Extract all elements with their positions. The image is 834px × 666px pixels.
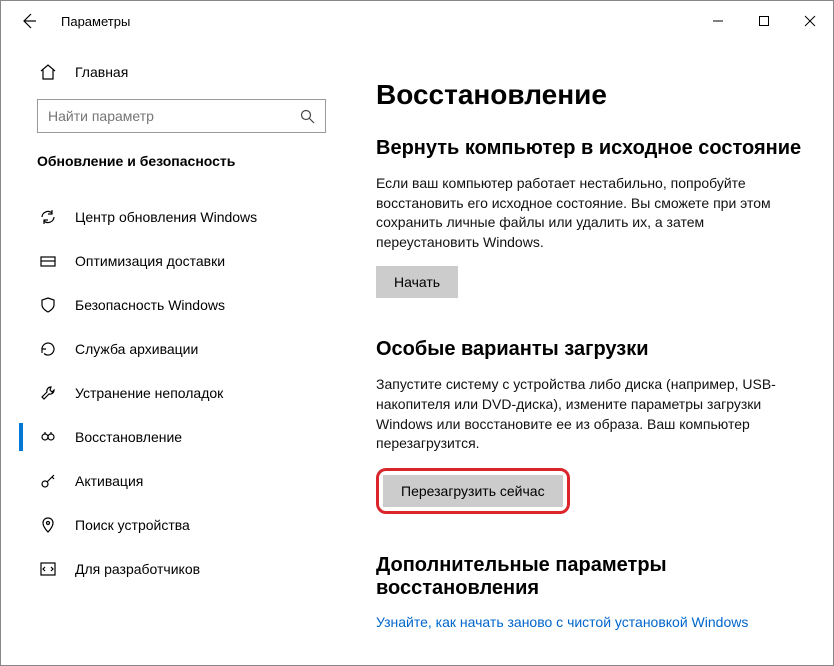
fresh-start-link[interactable]: Узнайте, как начать заново с чистой уста… <box>376 614 748 630</box>
search-input[interactable] <box>48 108 300 124</box>
recovery-icon <box>37 428 59 446</box>
sidebar-item-label: Для разработчиков <box>75 561 200 577</box>
sidebar-item-windows-security[interactable]: Безопасность Windows <box>1 283 346 327</box>
sidebar-item-backup[interactable]: Служба архивации <box>1 327 346 371</box>
sync-icon <box>37 208 59 226</box>
key-icon <box>37 472 59 490</box>
section-description: Если ваш компьютер работает нестабильно,… <box>376 174 796 252</box>
maximize-button[interactable] <box>741 1 787 41</box>
location-icon <box>37 516 59 534</box>
sidebar-item-label: Устранение неполадок <box>75 385 223 401</box>
sidebar-category: Обновление и безопасность <box>1 147 346 181</box>
shield-icon <box>37 296 59 314</box>
reset-button[interactable]: Начать <box>376 266 458 298</box>
sidebar-item-troubleshoot[interactable]: Устранение неполадок <box>1 371 346 415</box>
titlebar: Параметры <box>1 1 833 41</box>
sidebar-item-label: Поиск устройства <box>75 517 190 533</box>
sidebar-home[interactable]: Главная <box>1 51 346 93</box>
sidebar-item-label: Оптимизация доставки <box>75 253 225 269</box>
search-icon <box>300 109 315 124</box>
sidebar-item-developers[interactable]: Для разработчиков <box>1 547 346 591</box>
sidebar-item-delivery-optimization[interactable]: Оптимизация доставки <box>1 239 346 283</box>
sidebar-item-activation[interactable]: Активация <box>1 459 346 503</box>
sidebar-item-label: Безопасность Windows <box>75 297 225 313</box>
section-title: Вернуть компьютер в исходное состояние <box>376 137 803 160</box>
backup-icon <box>37 340 59 358</box>
section-title: Особые варианты загрузки <box>376 338 803 361</box>
window-controls <box>695 1 833 41</box>
section-title: Дополнительные параметры восстановления <box>376 554 803 600</box>
sidebar-item-recovery[interactable]: Восстановление <box>1 415 346 459</box>
search-box[interactable] <box>37 99 326 133</box>
code-icon <box>37 560 59 578</box>
home-icon <box>37 63 59 81</box>
minimize-button[interactable] <box>695 1 741 41</box>
sidebar-item-label: Центр обновления Windows <box>75 209 257 225</box>
sidebar-item-windows-update[interactable]: Центр обновления Windows <box>1 195 346 239</box>
sidebar-item-label: Служба архивации <box>75 341 198 357</box>
sidebar-home-label: Главная <box>75 64 128 80</box>
section-advanced-startup: Особые варианты загрузки Запустите систе… <box>376 338 803 513</box>
delivery-icon <box>37 252 59 270</box>
page-title: Восстановление <box>376 79 803 111</box>
section-description: Запустите систему с устройства либо диск… <box>376 375 796 453</box>
restart-now-button[interactable]: Перезагрузить сейчас <box>383 475 563 507</box>
sidebar: Главная Обновление и безопасность Центр … <box>1 41 346 665</box>
window-title: Параметры <box>61 14 130 29</box>
annotation-highlight: Перезагрузить сейчас <box>376 468 570 514</box>
close-button[interactable] <box>787 1 833 41</box>
sidebar-item-label: Восстановление <box>75 429 182 445</box>
section-reset: Вернуть компьютер в исходное состояние Е… <box>376 137 803 298</box>
section-more-recovery: Дополнительные параметры восстановления … <box>376 554 803 630</box>
sidebar-item-label: Активация <box>75 473 143 489</box>
sidebar-item-find-device[interactable]: Поиск устройства <box>1 503 346 547</box>
back-button[interactable] <box>9 1 49 41</box>
wrench-icon <box>37 384 59 402</box>
content-pane: Восстановление Вернуть компьютер в исход… <box>346 41 833 665</box>
